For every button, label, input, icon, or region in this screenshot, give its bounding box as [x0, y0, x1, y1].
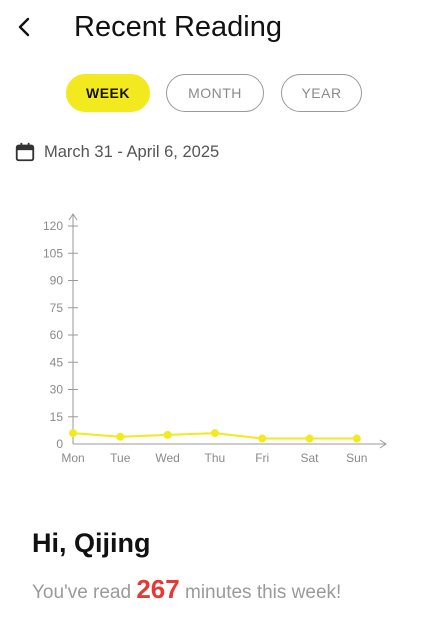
page-title: Recent Reading [74, 11, 282, 43]
reading-summary: You've read 267 minutes this week! [32, 574, 341, 605]
data-point [163, 430, 172, 439]
x-tick-label: Sun [346, 451, 367, 465]
greeting: Hi, Qijing [32, 528, 151, 558]
data-point [258, 434, 267, 443]
y-tick-label: 60 [50, 328, 64, 342]
data-point [69, 429, 77, 438]
x-tick-label: Thu [205, 451, 226, 465]
date-range-label: March 31 - April 6, 2025 [44, 142, 220, 161]
y-tick-label: 75 [50, 301, 64, 315]
calendar-icon [15, 142, 35, 162]
back-button[interactable] [10, 10, 38, 44]
y-tick-label: 45 [50, 355, 64, 369]
chevron-left-icon [18, 17, 30, 37]
x-tick-label: Mon [61, 451, 84, 465]
app-header: Recent Reading [0, 0, 424, 56]
summary-prefix: You've read [32, 582, 137, 603]
y-tick-label: 15 [50, 410, 64, 424]
x-tick-label: Wed [155, 451, 179, 465]
reading-line-chart: 0 15 30 45 60 75 90 105 120 Mon Tue Wed Thu Fri Sat Sun [43, 213, 387, 465]
tab-year[interactable]: YEAR [281, 74, 362, 112]
data-point [116, 432, 125, 441]
x-tick-label: Sat [300, 451, 319, 465]
y-tick-label: 30 [50, 383, 64, 397]
data-point [305, 434, 314, 443]
y-tick-label: 120 [43, 219, 63, 233]
x-tick-label: Tue [110, 451, 131, 465]
x-tick-label: Fri [255, 451, 269, 465]
tab-week[interactable]: WEEK [66, 74, 150, 112]
period-selector: WEEK MONTH YEAR [0, 74, 424, 114]
tab-month[interactable]: MONTH [166, 74, 264, 112]
summary-suffix: minutes this week! [179, 582, 342, 603]
y-tick-label: 0 [56, 437, 63, 451]
y-tick-label: 105 [43, 246, 63, 260]
minutes-count: 267 [136, 574, 180, 604]
date-range-row[interactable]: March 31 - April 6, 2025 [14, 138, 219, 166]
data-point [352, 434, 361, 443]
data-point [210, 429, 219, 438]
y-tick-label: 90 [50, 274, 64, 288]
